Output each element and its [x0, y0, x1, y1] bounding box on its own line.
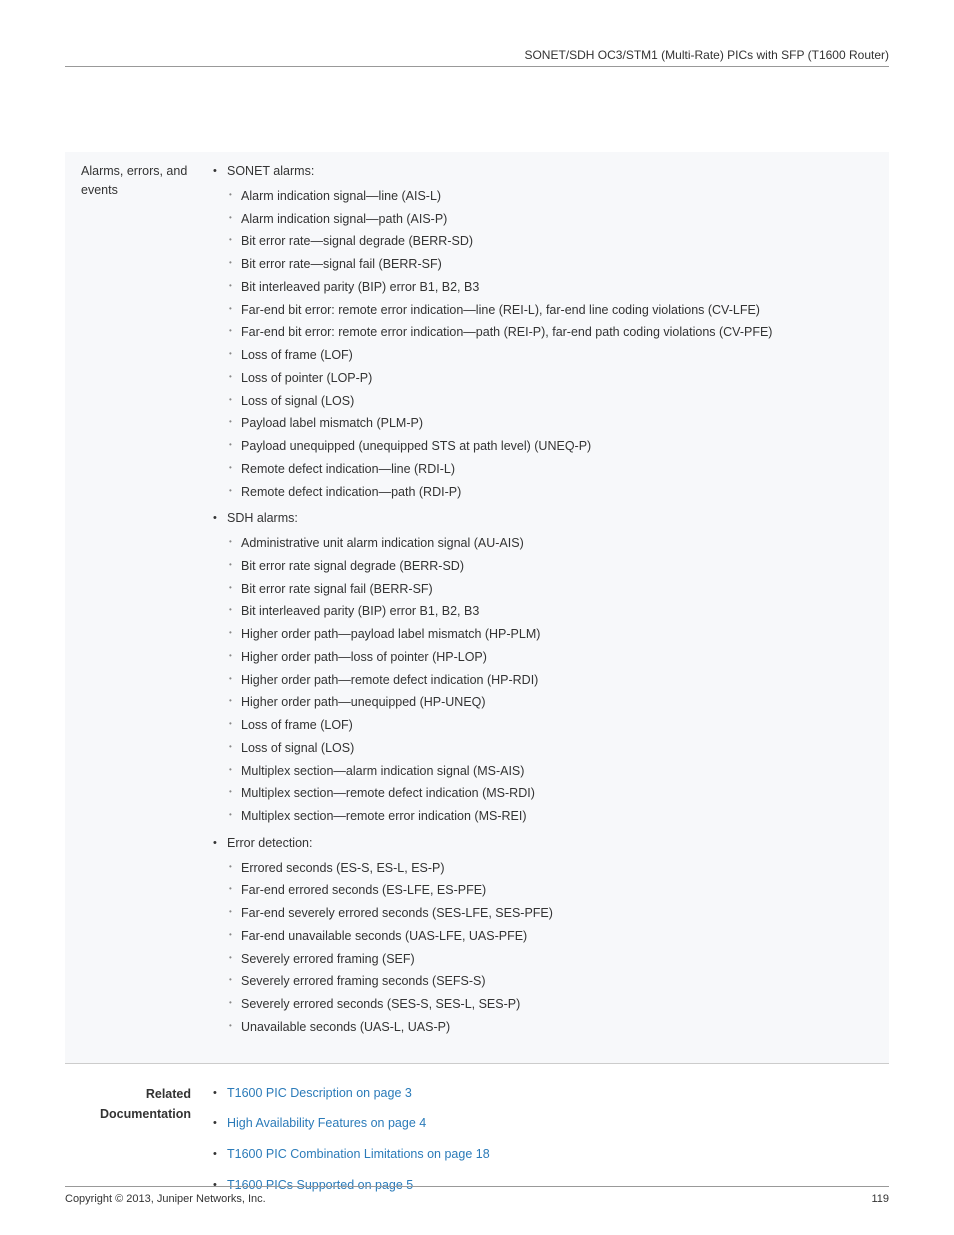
related-link-item: T1600 PIC Description on page 3 [227, 1084, 873, 1103]
list-item: Bit error rate—signal fail (BERR-SF) [241, 255, 873, 274]
page-header: SONET/SDH OC3/STM1 (Multi-Rate) PICs wit… [65, 48, 889, 67]
list-item: Alarm indication signal—line (AIS-L) [241, 187, 873, 206]
alarms-table-row: Alarms, errors, and events SONET alarms:… [65, 152, 889, 1064]
list-item: Higher order path—payload label mismatch… [241, 625, 873, 644]
list-item: Bit error rate signal degrade (BERR-SD) [241, 557, 873, 576]
alarms-content: SONET alarms: Alarm indication signal—li… [211, 162, 873, 1043]
related-link[interactable]: T1600 PIC Description on page 3 [227, 1086, 412, 1100]
page-footer: Copyright © 2013, Juniper Networks, Inc.… [65, 1186, 889, 1205]
list-item: Loss of signal (LOS) [241, 392, 873, 411]
list-item: Higher order path—remote defect indicati… [241, 671, 873, 690]
list-item: Payload unequipped (unequipped STS at pa… [241, 437, 873, 456]
alarms-label: Alarms, errors, and events [81, 162, 211, 1043]
sonet-list: Alarm indication signal—line (AIS-L) Ala… [227, 187, 873, 502]
list-item: Alarm indication signal—path (AIS-P) [241, 210, 873, 229]
list-item: Severely errored framing seconds (SEFS-S… [241, 972, 873, 991]
related-label-line1: Related [146, 1087, 191, 1101]
list-item: Administrative unit alarm indication sig… [241, 534, 873, 553]
list-item: Remote defect indication—path (RDI-P) [241, 483, 873, 502]
list-item: Payload label mismatch (PLM-P) [241, 414, 873, 433]
error-detection-list: Errored seconds (ES-S, ES-L, ES-P) Far-e… [227, 859, 873, 1037]
list-item: Far-end severely errored seconds (SES-LF… [241, 904, 873, 923]
related-link-item: T1600 PIC Combination Limitations on pag… [227, 1145, 873, 1164]
sdh-title: SDH alarms: [227, 509, 873, 528]
header-title: SONET/SDH OC3/STM1 (Multi-Rate) PICs wit… [524, 48, 889, 62]
list-item: Multiplex section—alarm indication signa… [241, 762, 873, 781]
list-item: Bit error rate signal fail (BERR-SF) [241, 580, 873, 599]
list-item: Far-end errored seconds (ES-LFE, ES-PFE) [241, 881, 873, 900]
list-item: Far-end bit error: remote error indicati… [241, 301, 873, 320]
list-item: Multiplex section—remote error indicatio… [241, 807, 873, 826]
related-link-item: High Availability Features on page 4 [227, 1114, 873, 1133]
list-item: Loss of signal (LOS) [241, 739, 873, 758]
sdh-section: SDH alarms: Administrative unit alarm in… [227, 509, 873, 826]
sdh-list: Administrative unit alarm indication sig… [227, 534, 873, 826]
list-item: Higher order path—unequipped (HP-UNEQ) [241, 693, 873, 712]
list-item: Loss of frame (LOF) [241, 346, 873, 365]
list-item: Severely errored seconds (SES-S, SES-L, … [241, 995, 873, 1014]
list-item: Bit error rate—signal degrade (BERR-SD) [241, 232, 873, 251]
list-item: Higher order path—loss of pointer (HP-LO… [241, 648, 873, 667]
list-item: Loss of pointer (LOP-P) [241, 369, 873, 388]
list-item: Remote defect indication—line (RDI-L) [241, 460, 873, 479]
page-number: 119 [871, 1193, 889, 1205]
related-link[interactable]: High Availability Features on page 4 [227, 1116, 426, 1130]
list-item: Multiplex section—remote defect indicati… [241, 784, 873, 803]
copyright-text: Copyright © 2013, Juniper Networks, Inc. [65, 1193, 266, 1205]
related-links-list: T1600 PIC Description on page 3 High Ava… [211, 1084, 873, 1195]
list-item: Loss of frame (LOF) [241, 716, 873, 735]
list-item: Bit interleaved parity (BIP) error B1, B… [241, 278, 873, 297]
error-detection-title: Error detection: [227, 834, 873, 853]
alarms-sections: SONET alarms: Alarm indication signal—li… [211, 162, 873, 1037]
sonet-section: SONET alarms: Alarm indication signal—li… [227, 162, 873, 501]
list-item: Errored seconds (ES-S, ES-L, ES-P) [241, 859, 873, 878]
list-item: Far-end bit error: remote error indicati… [241, 323, 873, 342]
list-item: Bit interleaved parity (BIP) error B1, B… [241, 602, 873, 621]
sonet-title: SONET alarms: [227, 162, 873, 181]
list-item: Severely errored framing (SEF) [241, 950, 873, 969]
list-item: Unavailable seconds (UAS-L, UAS-P) [241, 1018, 873, 1037]
related-label-line2: Documentation [100, 1107, 191, 1121]
list-item: Far-end unavailable seconds (UAS-LFE, UA… [241, 927, 873, 946]
related-link[interactable]: T1600 PIC Combination Limitations on pag… [227, 1147, 490, 1161]
error-detection-section: Error detection: Errored seconds (ES-S, … [227, 834, 873, 1037]
